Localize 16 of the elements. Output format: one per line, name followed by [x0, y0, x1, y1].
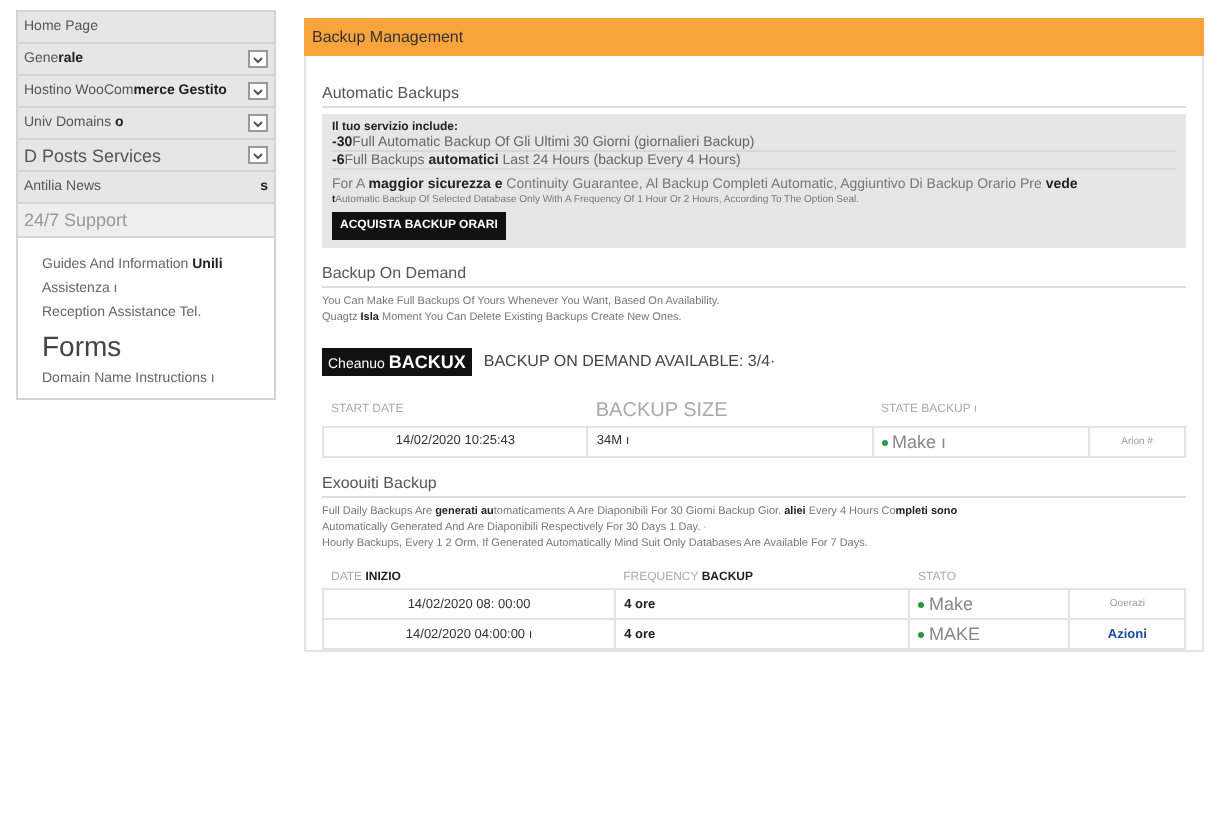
section-heading: Automatic Backups [322, 84, 1186, 108]
page-title: Backup Management [304, 18, 1204, 56]
section-heading: Backup On Demand [322, 264, 1186, 288]
column-header: BACKUP SIZE [587, 395, 874, 426]
chevron-down-icon[interactable] [248, 82, 268, 100]
submenu-link[interactable]: Forms [42, 330, 258, 362]
chevron-down-icon[interactable] [248, 146, 268, 164]
section-heading: Exoouiti Backup [322, 473, 1186, 497]
availability-text: BACKUP ON DEMAND AVAILABLE: 3/4· [483, 352, 776, 370]
menu-header: 24/7 Support [16, 204, 276, 238]
chevron-down-icon[interactable] [248, 114, 268, 132]
status-cell: Make [909, 589, 1070, 620]
chevron-down-icon[interactable] [248, 50, 268, 68]
status-cell: Make ı [873, 426, 1090, 456]
status-cell: MAKE [909, 619, 1070, 650]
menu-item[interactable]: D Posts Services [16, 140, 276, 172]
